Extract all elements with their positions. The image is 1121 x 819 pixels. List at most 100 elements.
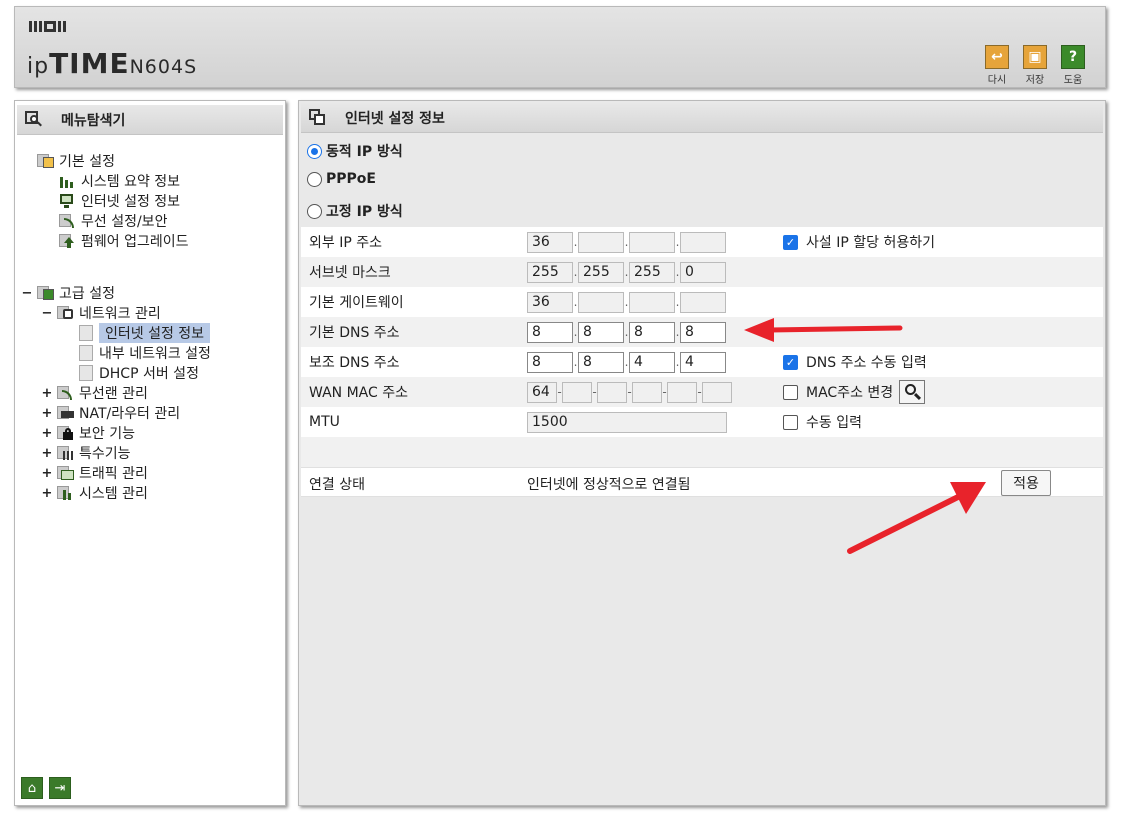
mode-static-ip[interactable]: 고정 IP 방식 (307, 201, 403, 221)
private-ip-checkbox[interactable]: ✓ 사설 IP 할당 허용하기 (783, 232, 935, 252)
save-icon: ▣ (1023, 45, 1047, 69)
status-label: 연결 상태 (309, 477, 365, 493)
app-header: ipTIMEN604S ↩ 다시 ▣ 저장 ? 도움 (14, 6, 1106, 88)
tree-network-management[interactable]: − 네트워크 관리 (41, 303, 161, 323)
mac-part-4 (632, 381, 662, 403)
row-secondary-dns: 보조 DNS 주소 8. 8. 4. 4 ✓ DNS 주소 수동 입력 (309, 351, 927, 373)
tree-special-features[interactable]: + 특수기능 (41, 443, 131, 463)
check-icon[interactable]: ✓ (783, 234, 798, 250)
tree-traffic-management[interactable]: + 트래픽 관리 (41, 463, 148, 483)
sidebar-item-wireless-security[interactable]: 무선 설정/보안 (59, 211, 167, 231)
help-button[interactable]: ? 도움 (1059, 45, 1087, 86)
logout-icon[interactable]: ⇥ (49, 777, 71, 799)
dns2-octet-4[interactable]: 4 (680, 351, 726, 373)
ext-ip-octet-2 (578, 231, 624, 253)
gateway-octet-2 (578, 291, 624, 313)
mode-dynamic-ip[interactable]: 동적 IP 방식 (307, 141, 403, 161)
tree-nat-router[interactable]: + NAT/라우터 관리 (41, 403, 181, 423)
tree-security[interactable]: + 보안 기능 (41, 423, 135, 443)
row-subnet-mask: 서브넷 마스크 255. 255. 255. 0 (301, 257, 1103, 287)
subnet-octet-1: 255 (527, 261, 573, 283)
chart-icon (59, 173, 77, 189)
page-icon (79, 325, 93, 341)
sidebar-item-firmware-upgrade[interactable]: 펌웨어 업그레이드 (59, 231, 189, 251)
sidebar-item-net-internet-info[interactable]: 인터넷 설정 정보 (79, 323, 211, 343)
upload-icon (59, 233, 77, 249)
dns1-octet-3[interactable]: 8 (629, 321, 675, 343)
dns2-octet-1[interactable]: 8 (527, 351, 573, 373)
radio-button[interactable] (307, 171, 322, 187)
expand-icon[interactable]: + (41, 426, 53, 441)
lock-icon (57, 425, 75, 441)
expand-icon[interactable]: + (41, 466, 53, 481)
dns-manual-checkbox[interactable]: ✓ DNS 주소 수동 입력 (783, 352, 927, 372)
row-primary-dns: 기본 DNS 주소 8. 8. 8. 8 (301, 317, 1103, 347)
collapse-icon[interactable]: − (41, 306, 53, 321)
gateway-octet-1: 36 (527, 291, 573, 313)
folder-icon (37, 153, 55, 169)
subnet-octet-4: 0 (680, 261, 726, 283)
dns1-octet-2[interactable]: 8 (578, 321, 624, 343)
check-icon[interactable]: ✓ (783, 354, 798, 370)
internet-settings-panel: 인터넷 설정 정보 동적 IP 방식 PPPoE 고정 IP 방식 외부 IP … (298, 100, 1106, 806)
home-icon[interactable]: ⌂ (21, 777, 43, 799)
sidebar-item-internet-info[interactable]: 인터넷 설정 정보 (59, 191, 180, 211)
router-icon (57, 405, 75, 421)
folder-icon (37, 285, 55, 301)
status-value: 인터넷에 정상적으로 연결됨 (527, 477, 691, 493)
ext-ip-octet-3 (629, 231, 675, 253)
undo-icon: ↩ (985, 45, 1009, 69)
collapse-icon[interactable]: − (21, 286, 33, 301)
mac-search-button[interactable] (899, 380, 926, 404)
row-wan-mac: WAN MAC 주소 64- - - - - MAC주소 변경 (301, 377, 1103, 407)
undo-button[interactable]: ↩ 다시 (983, 45, 1011, 86)
tree-wireless-lan[interactable]: + 무선랜 관리 (41, 383, 148, 403)
window-icon (309, 108, 327, 127)
dns2-octet-2[interactable]: 8 (578, 351, 624, 373)
dns1-octet-4[interactable]: 8 (680, 321, 726, 343)
wifi-icon (59, 213, 77, 229)
mode-pppoe[interactable]: PPPoE (307, 171, 376, 187)
expand-icon[interactable]: + (41, 446, 53, 461)
grid-icon (57, 445, 75, 461)
settings-form: 외부 IP 주소 36. . . ✓ 사설 IP 할당 허용하기 서브넷 마스크… (301, 227, 1103, 467)
tree-basic-settings[interactable]: 기본 설정 (37, 151, 115, 171)
expand-icon[interactable]: + (41, 486, 53, 501)
sidebar-item-system-summary[interactable]: 시스템 요약 정보 (59, 171, 180, 191)
mac-part-5 (667, 381, 697, 403)
sidebar-item-dhcp-server[interactable]: DHCP 서버 설정 (79, 363, 199, 383)
dns1-octet-1[interactable]: 8 (527, 321, 573, 343)
subnet-octet-3: 255 (629, 261, 675, 283)
gateway-octet-4 (680, 291, 726, 313)
apply-button[interactable]: 적용 (1001, 470, 1051, 496)
checkbox[interactable] (783, 384, 798, 400)
sidebar-title: 메뉴탐색기 (17, 105, 283, 135)
monitor-icon (59, 193, 77, 209)
traffic-chart-icon (57, 465, 75, 481)
dns2-octet-3[interactable]: 4 (629, 351, 675, 373)
save-button[interactable]: ▣ 저장 (1021, 45, 1049, 86)
mac-change-checkbox[interactable]: MAC주소 변경 (783, 380, 926, 404)
sidebar-item-lan-settings[interactable]: 내부 네트워크 설정 (79, 343, 211, 363)
wifi-icon (57, 385, 75, 401)
page-icon (79, 345, 93, 361)
ext-ip-octet-1: 36 (527, 231, 573, 253)
brand-mark (29, 21, 66, 32)
radio-button[interactable] (307, 143, 322, 159)
connection-status-row: 연결 상태 인터넷에 정상적으로 연결됨 적용 (301, 467, 1103, 497)
menu-explorer-panel: 메뉴탐색기 기본 설정 시스템 요약 정보 인터넷 설정 정보 무선 설정/보안… (14, 100, 286, 806)
mtu-manual-checkbox[interactable]: 수동 입력 (783, 412, 862, 432)
row-external-ip: 외부 IP 주소 36. . . ✓ 사설 IP 할당 허용하기 (309, 231, 935, 253)
tree-system-management[interactable]: + 시스템 관리 (41, 483, 148, 503)
page-icon (79, 365, 93, 381)
router-logo: ipTIMEN604S (27, 47, 198, 80)
checkbox[interactable] (783, 414, 798, 430)
expand-icon[interactable]: + (41, 406, 53, 421)
spacer-row (301, 437, 1103, 467)
radio-button[interactable] (307, 203, 322, 219)
tree-advanced-settings[interactable]: − 고급 설정 (21, 283, 115, 303)
expand-icon[interactable]: + (41, 386, 53, 401)
row-mtu: MTU 1500 수동 입력 (309, 411, 862, 433)
mac-part-2 (562, 381, 592, 403)
network-icon (57, 305, 75, 321)
